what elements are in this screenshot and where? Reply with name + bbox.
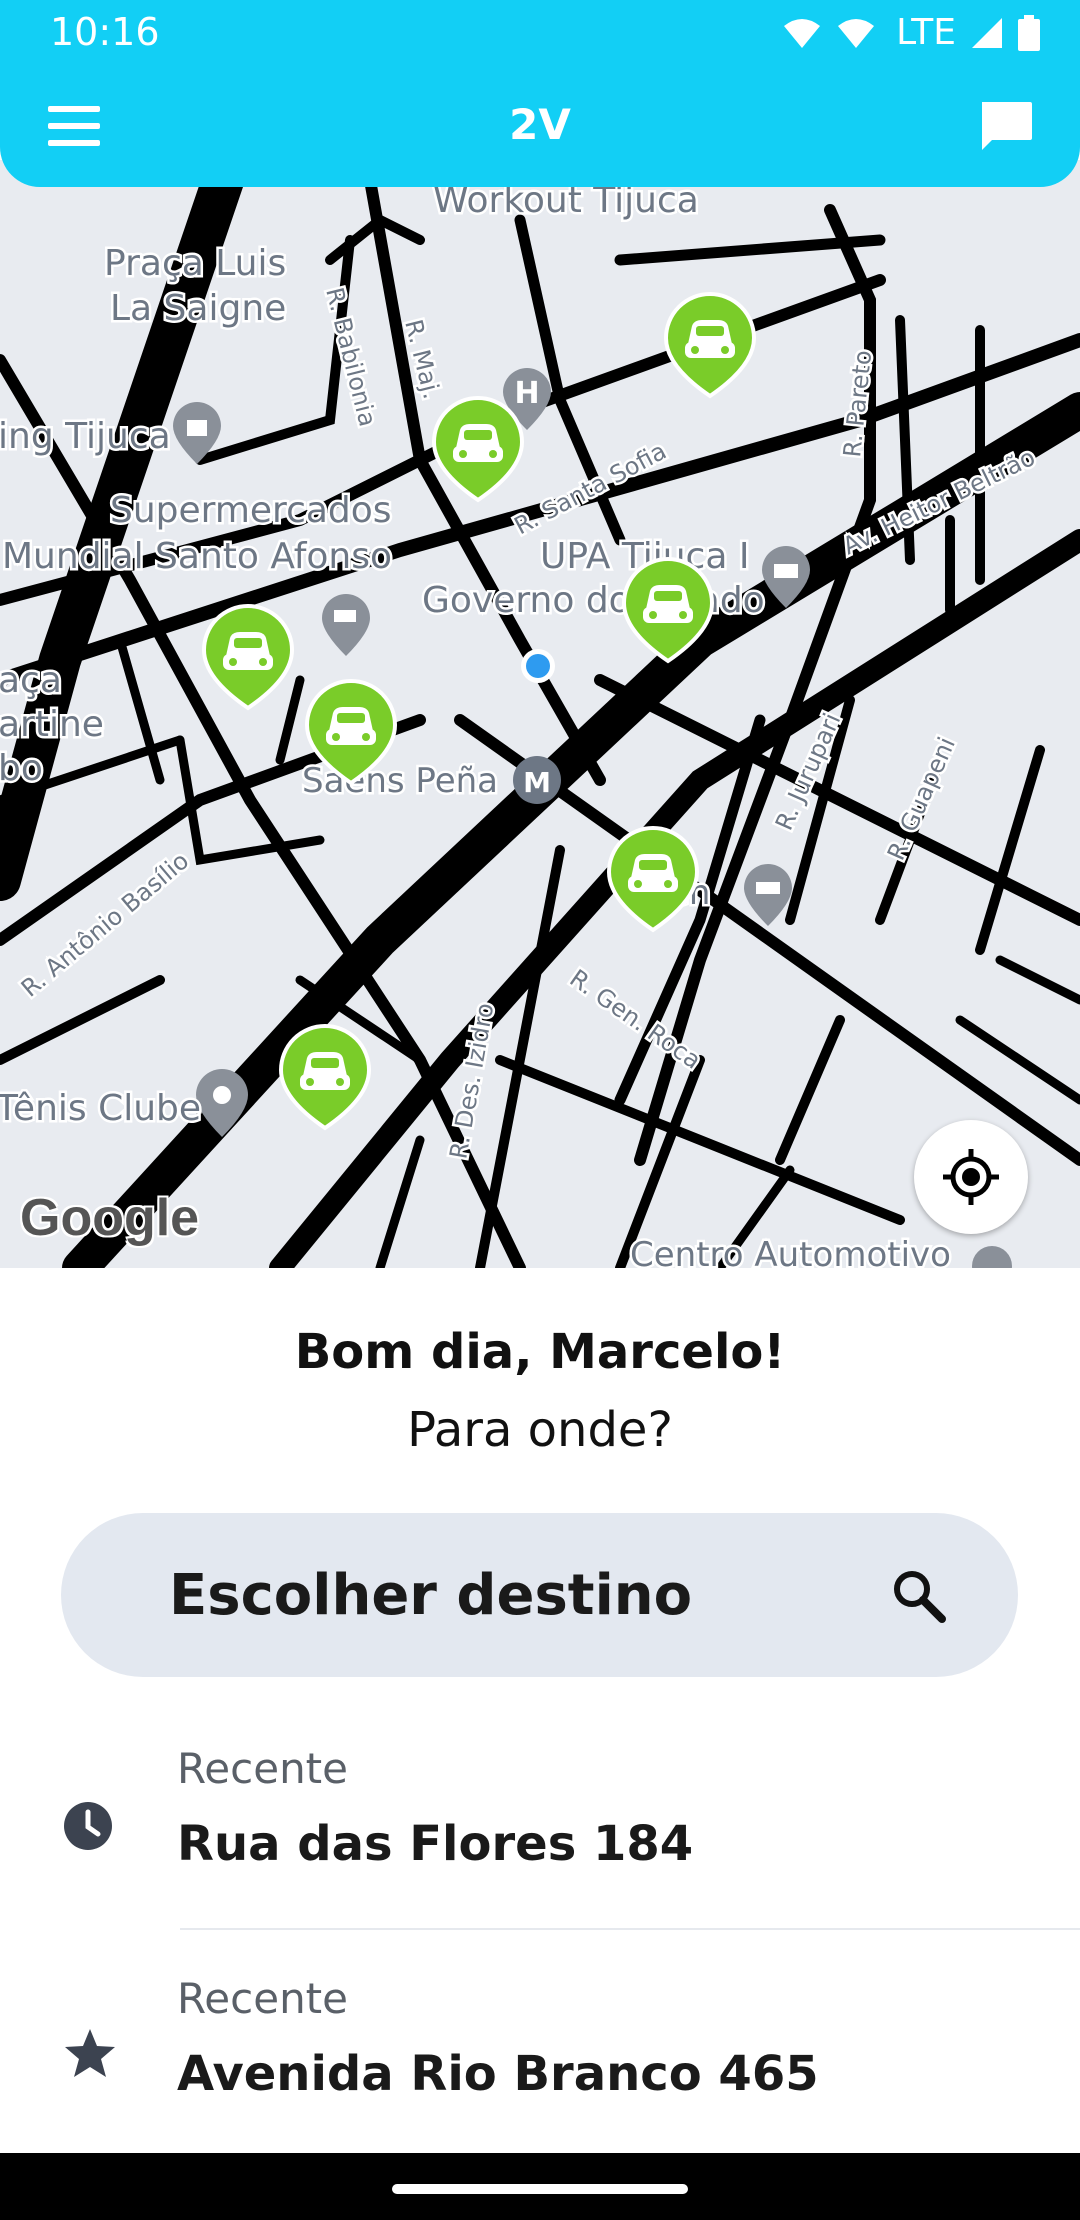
map-label: artine <box>0 704 104 745</box>
status-bar: 10:16 LTE <box>0 0 1080 64</box>
home-indicator[interactable] <box>392 2184 688 2194</box>
wifi-icon <box>784 18 821 48</box>
map-label: La Saigne <box>110 288 286 329</box>
car-pin-icon[interactable] <box>432 396 524 502</box>
map-label: Tênis Clube <box>0 1088 201 1129</box>
signal-icon <box>972 17 1002 48</box>
map-view[interactable]: H M Workout Tijuca Praça Luis La Saigne … <box>0 160 1080 1268</box>
star-icon <box>65 2029 115 2077</box>
top-app-bar: 10:16 LTE 2V <box>0 0 1080 187</box>
car-pin-icon[interactable] <box>279 1024 371 1130</box>
place-marker-icon <box>972 1246 1012 1268</box>
street-label: R. Des. Izidro <box>444 1001 499 1161</box>
chat-icon <box>982 102 1032 150</box>
bottom-sheet: Bom dia, Marcelo! Para onde? Escolher de… <box>0 1268 1080 2153</box>
map-label: Supermercados <box>110 490 392 531</box>
my-location-button[interactable] <box>914 1120 1028 1234</box>
map-canvas: H M Workout Tijuca Praça Luis La Saigne … <box>0 160 1080 1268</box>
destination-prompt: Para onde? <box>407 1402 673 1458</box>
recent-address: Avenida Rio Branco 465 <box>177 2046 819 2102</box>
chat-button[interactable] <box>976 96 1036 156</box>
recent-destination-item[interactable]: Recente Rua das Flores 184 <box>0 1708 1080 1908</box>
map-label: Mundial Santo Afonso <box>2 536 392 577</box>
crosshair-icon <box>943 1149 999 1205</box>
car-pin-icon[interactable] <box>607 826 699 932</box>
recent-address: Rua das Flores 184 <box>177 1816 694 1872</box>
hotel-marker-icon <box>744 864 792 926</box>
status-time: 10:16 <box>50 10 160 54</box>
app-title: 2V <box>509 100 571 149</box>
car-pin-icon[interactable] <box>202 604 294 710</box>
svg-text:H: H <box>514 376 539 411</box>
status-icons: LTE <box>782 12 1040 53</box>
google-logo: Google <box>20 1189 200 1247</box>
recent-label: Recente <box>177 1974 348 2023</box>
destination-search-button[interactable]: Escolher destino <box>61 1513 1018 1677</box>
network-type: LTE <box>896 12 956 53</box>
map-label: bo <box>0 748 43 789</box>
wifi-icon <box>838 18 875 48</box>
map-label: ing Tijuca <box>0 416 171 457</box>
search-icon <box>894 1571 946 1623</box>
greeting: Bom dia, Marcelo! <box>294 1324 786 1380</box>
cart-marker-icon <box>322 594 370 656</box>
street-label: R. Santa Sofia <box>510 437 671 540</box>
map-label: aça <box>0 660 62 701</box>
clock-icon <box>64 1802 112 1850</box>
current-location-dot <box>521 649 555 683</box>
car-pin-icon[interactable] <box>664 292 756 398</box>
search-placeholder: Escolher destino <box>169 1563 693 1628</box>
battery-icon <box>1018 14 1040 51</box>
svg-text:M: M <box>523 766 551 799</box>
metro-marker-icon: M <box>513 756 561 804</box>
recent-label: Recente <box>177 1744 348 1793</box>
map-label: Centro Automotivo <box>630 1235 951 1268</box>
map-label: Praça Luis <box>104 243 286 284</box>
recent-destination-item[interactable]: Recente Avenida Rio Branco 465 <box>0 1938 1080 2138</box>
list-divider <box>180 1928 1080 1930</box>
